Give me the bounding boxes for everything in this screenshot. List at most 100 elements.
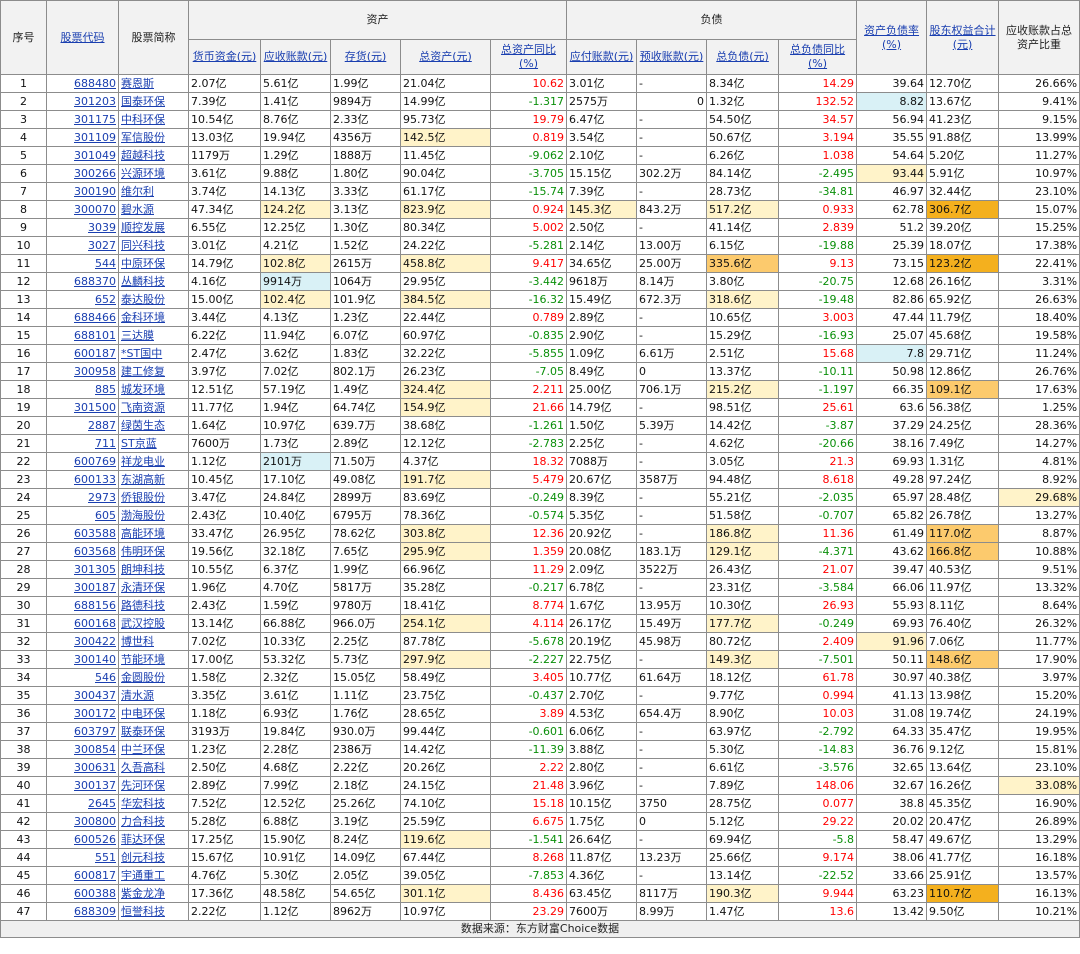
- header-equity-total-link[interactable]: 股东权益合计(元): [930, 24, 996, 51]
- cell-code[interactable]: 546: [46, 668, 119, 687]
- stock-code-link[interactable]: 301500: [74, 401, 116, 414]
- stock-code-link[interactable]: 603797: [74, 725, 116, 738]
- cell-code[interactable]: 2887: [46, 416, 119, 435]
- cell-name[interactable]: 伟明环保: [118, 542, 189, 561]
- stock-name-link[interactable]: 渤海股份: [121, 509, 165, 522]
- header-payables[interactable]: 应付账款(元): [566, 39, 638, 75]
- cell-name[interactable]: 先河环保: [118, 776, 189, 795]
- cell-name[interactable]: 久吾高科: [118, 758, 189, 777]
- stock-name-link[interactable]: 永清环保: [121, 581, 165, 594]
- stock-code-link[interactable]: 300958: [74, 365, 116, 378]
- header-cash-link[interactable]: 货币资金(元): [193, 50, 257, 63]
- stock-name-link[interactable]: 祥龙电业: [121, 455, 165, 468]
- cell-code[interactable]: 301175: [46, 110, 119, 129]
- stock-code-link[interactable]: 688370: [74, 275, 116, 288]
- stock-name-link[interactable]: 久吾高科: [121, 761, 165, 774]
- stock-code-link[interactable]: 688480: [74, 77, 116, 90]
- stock-name-link[interactable]: 国泰环保: [121, 95, 165, 108]
- stock-name-link[interactable]: 城发环境: [121, 383, 165, 396]
- header-total-liabilities-yoy[interactable]: 总负债同比(%): [778, 39, 858, 75]
- stock-code-link[interactable]: 688156: [74, 599, 116, 612]
- cell-code[interactable]: 688309: [46, 902, 119, 921]
- header-total-liabilities-link[interactable]: 总负债(元): [716, 50, 769, 63]
- stock-name-link[interactable]: 金圆股份: [121, 671, 165, 684]
- stock-code-link[interactable]: 300631: [74, 761, 116, 774]
- stock-name-link[interactable]: 东湖高新: [121, 473, 165, 486]
- header-equity-total[interactable]: 股东权益合计(元): [926, 0, 1000, 75]
- cell-code[interactable]: 600526: [46, 830, 119, 849]
- cell-name[interactable]: 祥龙电业: [118, 452, 189, 471]
- stock-code-link[interactable]: 300422: [74, 635, 116, 648]
- stock-code-link[interactable]: 2645: [88, 797, 116, 810]
- cell-code[interactable]: 600187: [46, 344, 119, 363]
- header-receivables-link[interactable]: 应收账款(元): [264, 50, 328, 63]
- cell-code[interactable]: 300437: [46, 686, 119, 705]
- stock-code-link[interactable]: 600133: [74, 473, 116, 486]
- stock-code-link[interactable]: 301109: [74, 131, 116, 144]
- cell-name[interactable]: 力合科技: [118, 812, 189, 831]
- header-cash[interactable]: 货币资金(元): [188, 39, 261, 75]
- stock-code-link[interactable]: 301175: [74, 113, 116, 126]
- header-debt-ratio-link[interactable]: 资产负债率(%): [864, 24, 919, 51]
- stock-name-link[interactable]: 清水源: [121, 689, 154, 702]
- stock-name-link[interactable]: 联泰环保: [121, 725, 165, 738]
- cell-code[interactable]: 300172: [46, 704, 119, 723]
- stock-code-link[interactable]: 603588: [74, 527, 116, 540]
- stock-name-link[interactable]: 建工修复: [121, 365, 165, 378]
- cell-code[interactable]: 605: [46, 506, 119, 525]
- cell-name[interactable]: 联泰环保: [118, 722, 189, 741]
- cell-name[interactable]: 高能环境: [118, 524, 189, 543]
- cell-code[interactable]: 300190: [46, 182, 119, 201]
- cell-name[interactable]: 节能环境: [118, 650, 189, 669]
- cell-name[interactable]: 恒誉科技: [118, 902, 189, 921]
- header-advances[interactable]: 预收账款(元): [636, 39, 708, 75]
- stock-code-link[interactable]: 600168: [74, 617, 116, 630]
- header-debt-ratio[interactable]: 资产负债率(%): [856, 0, 928, 75]
- cell-name[interactable]: 顺控发展: [118, 218, 189, 237]
- stock-name-link[interactable]: 紫金龙净: [121, 887, 165, 900]
- cell-code[interactable]: 600817: [46, 866, 119, 885]
- cell-code[interactable]: 301109: [46, 128, 119, 147]
- stock-name-link[interactable]: 菲达环保: [121, 833, 165, 846]
- cell-code[interactable]: 3027: [46, 236, 119, 255]
- cell-code[interactable]: 300070: [46, 200, 119, 219]
- cell-name[interactable]: 绿茵生态: [118, 416, 189, 435]
- cell-name[interactable]: 金圆股份: [118, 668, 189, 687]
- header-total-assets-yoy[interactable]: 总资产同比(%): [489, 39, 568, 75]
- stock-code-link[interactable]: 600817: [74, 869, 116, 882]
- stock-name-link[interactable]: 维尔利: [121, 185, 154, 198]
- cell-name[interactable]: 路德科技: [118, 596, 189, 615]
- stock-code-link[interactable]: 652: [95, 293, 116, 306]
- cell-name[interactable]: 中原环保: [118, 254, 189, 273]
- cell-name[interactable]: 飞南资源: [118, 398, 189, 417]
- cell-name[interactable]: 菲达环保: [118, 830, 189, 849]
- header-code[interactable]: 股票代码: [46, 0, 119, 75]
- stock-name-link[interactable]: ST京蓝: [121, 437, 157, 450]
- stock-name-link[interactable]: 恒誉科技: [121, 905, 165, 918]
- stock-code-link[interactable]: 300854: [74, 743, 116, 756]
- cell-code[interactable]: 300800: [46, 812, 119, 831]
- cell-code[interactable]: 544: [46, 254, 119, 273]
- stock-name-link[interactable]: 宇通重工: [121, 869, 165, 882]
- cell-name[interactable]: 国泰环保: [118, 92, 189, 111]
- cell-name[interactable]: 三达膜: [118, 326, 189, 345]
- cell-name[interactable]: 创元科技: [118, 848, 189, 867]
- cell-code[interactable]: 300266: [46, 164, 119, 183]
- cell-name[interactable]: 东湖高新: [118, 470, 189, 489]
- cell-code[interactable]: 688480: [46, 74, 119, 93]
- cell-code[interactable]: 688370: [46, 272, 119, 291]
- stock-code-link[interactable]: 2887: [88, 419, 116, 432]
- cell-code[interactable]: 2645: [46, 794, 119, 813]
- stock-code-link[interactable]: 300800: [74, 815, 116, 828]
- stock-code-link[interactable]: 600388: [74, 887, 116, 900]
- cell-code[interactable]: 688466: [46, 308, 119, 327]
- cell-name[interactable]: 中科环保: [118, 110, 189, 129]
- stock-code-link[interactable]: 3027: [88, 239, 116, 252]
- cell-code[interactable]: 300137: [46, 776, 119, 795]
- stock-name-link[interactable]: 顺控发展: [121, 221, 165, 234]
- stock-name-link[interactable]: 先河环保: [121, 779, 165, 792]
- cell-code[interactable]: 600133: [46, 470, 119, 489]
- cell-code[interactable]: 603797: [46, 722, 119, 741]
- cell-code[interactable]: 603588: [46, 524, 119, 543]
- stock-name-link[interactable]: 军信股份: [121, 131, 165, 144]
